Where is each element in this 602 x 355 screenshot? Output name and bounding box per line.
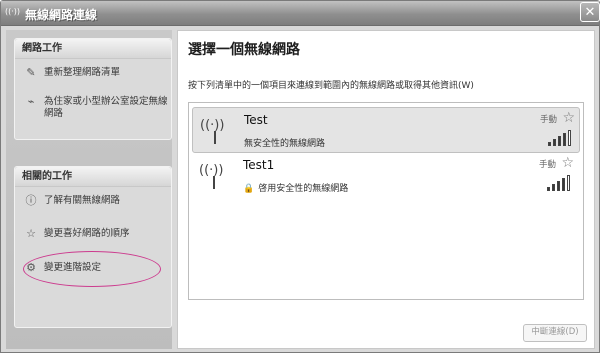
task-label: 重新整理網路清單 — [44, 67, 121, 78]
connect-button[interactable]: 中斷連線(D) — [523, 324, 587, 342]
star-icon: ☆ — [26, 227, 36, 240]
signal-strength-icon — [547, 175, 573, 191]
lock-icon: 🔒 — [243, 184, 255, 194]
wireless-network-icon: ((·)) — [200, 118, 224, 144]
favorite-star-icon: ☆ — [561, 155, 574, 171]
signal-strength-icon — [548, 130, 574, 146]
refresh-icon: ✎ — [26, 66, 36, 79]
network-list: ((·)) Test 無安全性的無線網路 手動 ☆ ((·)) Test1 🔒 啓… — [188, 102, 584, 300]
close-button[interactable]: ✕ — [580, 2, 600, 22]
favorite-star-icon: ☆ — [562, 110, 575, 126]
network-mode: 手動 — [538, 160, 556, 170]
task-label: 了解有關無線網路 — [44, 195, 121, 206]
highlight-oval — [23, 251, 161, 287]
network-security: 無安全性的無線網路 — [244, 139, 326, 149]
related-tasks-panel: 相關的工作 ⓘ 了解有關無線網路 ☆ 變更喜好網路的順序 ⚙ 變更進階設定 — [14, 166, 172, 328]
wireless-network-window: ((·)) 無線網路連線 ✕ 網路工作 ✎ 重新整理網路清單 ⌁ 為住家或小型辦… — [0, 0, 600, 353]
network-name: Test — [244, 113, 268, 127]
network-tasks-title: 網路工作 — [15, 39, 171, 59]
network-security: 🔒 啓用安全性的無線網路 — [243, 184, 349, 194]
network-mode: 手動 — [539, 115, 557, 125]
task-label: 為住家或小型辦公室設定無線網路 — [44, 96, 168, 119]
setup-icon: ⌁ — [27, 95, 35, 108]
close-icon: ✕ — [584, 5, 596, 20]
network-tasks-panel: 網路工作 ✎ 重新整理網路清單 ⌁ 為住家或小型辦公室設定無線網路 — [14, 38, 172, 140]
page-title: 選擇一個無線網路 — [188, 42, 300, 58]
network-name: Test1 — [243, 158, 275, 172]
refresh-network-list-link[interactable]: ✎ 重新整理網路清單 — [24, 67, 174, 79]
instruction-text: 按下列清單中的一個項目來連線到範圍內的無線網路或取得其他資訊(W) — [188, 81, 474, 91]
change-preferred-order-link[interactable]: ☆ 變更喜好網路的順序 — [24, 228, 174, 240]
network-item[interactable]: ((·)) Test1 🔒 啓用安全性的無線網路 手動 ☆ — [192, 153, 578, 197]
sidebar: 網路工作 ✎ 重新整理網路清單 ⌁ 為住家或小型辦公室設定無線網路 相關的工作 … — [6, 30, 172, 349]
task-label: 變更喜好網路的順序 — [44, 228, 130, 239]
wireless-icon: ((·)) — [5, 7, 21, 16]
related-tasks-title: 相關的工作 — [15, 167, 171, 187]
main-panel: 選擇一個無線網路 按下列清單中的一個項目來連線到範圍內的無線網路或取得其他資訊(… — [177, 30, 595, 349]
window-title: 無線網路連線 — [25, 8, 98, 22]
setup-wireless-network-link[interactable]: ⌁ 為住家或小型辦公室設定無線網路 — [24, 96, 174, 120]
learn-about-wireless-link[interactable]: ⓘ 了解有關無線網路 — [24, 195, 174, 207]
title-bar: ((·)) 無線網路連線 ✕ — [1, 1, 600, 26]
info-icon: ⓘ — [25, 194, 37, 207]
wireless-network-icon: ((·)) — [199, 163, 223, 189]
network-item[interactable]: ((·)) Test 無安全性的無線網路 手動 ☆ — [192, 107, 580, 153]
